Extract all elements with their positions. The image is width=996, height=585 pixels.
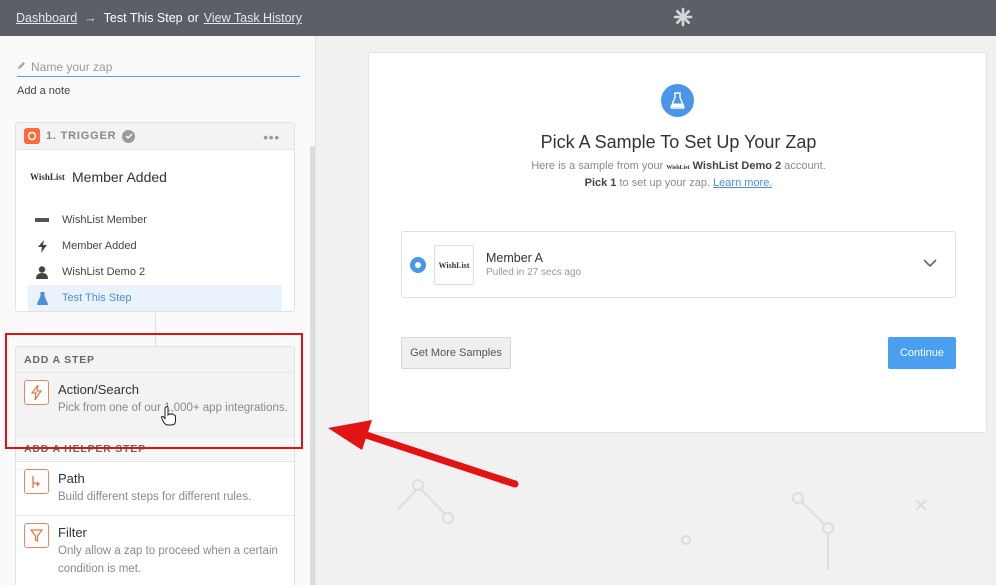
person-icon [34,265,50,279]
check-icon [122,129,136,143]
sidebar: Name your zap Add a note 1. TRIGGER ••• … [0,36,316,585]
step-account[interactable]: WishList Demo 2 [28,259,282,285]
trigger-event-title: Member Added [72,169,167,185]
hand-cursor-icon [161,406,176,426]
breadcrumb-arrow: → [84,11,97,25]
step-account-label: WishList Demo 2 [62,266,146,278]
sample-row[interactable]: WishList Member A Pulled in 27 secs ago [401,231,956,298]
zapier-asterisk-icon [673,7,693,27]
flask-icon [661,84,694,117]
trigger-label: 1. TRIGGER [46,130,117,142]
pick-count: Pick 1 [584,177,617,189]
filter-desc: Only allow a zap to proceed when a certa… [58,545,278,575]
helper-step-header: ADD A HELPER STEP [16,437,294,462]
lightning-icon [24,380,49,405]
view-task-history-link[interactable]: View Task History [204,11,302,25]
breadcrumb-current: Test This Step [103,11,183,25]
learn-more-link[interactable]: Learn more. [713,177,772,189]
flask-icon [34,291,50,305]
connector-line [155,313,156,347]
pencil-icon [17,61,26,70]
red-arrow-annotation [328,420,519,488]
trigger-header[interactable]: 1. TRIGGER ••• [16,123,294,150]
get-more-samples-button[interactable]: Get More Samples [401,337,511,369]
chevron-down-icon[interactable] [923,259,937,268]
step-test[interactable]: Test This Step [28,285,282,311]
sample-time: Pulled in 27 secs ago [486,267,582,278]
action-search-option[interactable]: Action/Search Pick from one of our 1,000… [16,373,294,437]
filter-option[interactable]: Filter Only allow a zap to proceed when … [16,516,294,575]
sample-radio[interactable] [410,257,426,273]
trigger-app-row[interactable]: WishList Member Added [30,169,167,185]
step-event-label: Member Added [62,240,137,252]
path-title: Path [58,471,85,486]
filter-title: Filter [58,525,87,540]
wishlist-mini-icon [34,217,50,223]
dashboard-link[interactable]: Dashboard [16,11,77,25]
step-event[interactable]: Member Added [28,233,282,259]
path-icon [24,469,49,494]
wishlist-logo: WishList [30,172,65,182]
trigger-steps: WishList Member Member Added WishList De… [28,207,282,311]
action-search-title: Action/Search [58,382,139,397]
account-suffix: account. [784,160,826,172]
sample-name: Member A [486,251,543,265]
sample-subtitle-text: Here is a sample from your [531,160,664,172]
more-options-icon[interactable]: ••• [263,130,280,145]
path-option[interactable]: Path Build different steps for different… [16,462,294,516]
account-name: WishList Demo 2 [692,160,782,172]
step-app[interactable]: WishList Member [28,207,282,233]
step-app-label: WishList Member [62,214,147,226]
breadcrumb-or: or [187,11,199,25]
add-step-card: ADD A STEP Action/Search Pick from one o… [15,346,295,585]
sample-card: Pick A Sample To Set Up Your Zap Here is… [368,52,987,433]
add-note-link[interactable]: Add a note [17,85,70,97]
bolt-icon [34,239,50,253]
filter-icon [24,523,49,548]
wishlist-sample-logo: WishList [434,245,474,285]
zap-name-placeholder: Name your zap [31,60,113,74]
top-bar: Dashboard → Test This Step or View Task … [0,0,996,36]
zap-name-input[interactable]: Name your zap [17,59,300,77]
pick-instruction: Pick 1 to set up your zap. Learn more. [369,177,988,189]
sidebar-scrollbar[interactable] [310,146,315,585]
pick-text: to set up your zap. [619,177,711,189]
wishlist-app-icon [24,128,40,144]
path-desc: Build different steps for different rule… [58,491,252,503]
add-step-header: ADD A STEP [16,347,294,373]
page-title: Pick A Sample To Set Up Your Zap [540,132,817,152]
step-test-label: Test This Step [62,292,132,304]
wishlist-inline-logo: WishList [666,165,690,171]
continue-button[interactable]: Continue [888,337,956,369]
sample-subtitle: Here is a sample from your WishList Wish… [369,160,988,172]
trigger-card: 1. TRIGGER ••• WishList Member Added Wis… [15,122,295,312]
